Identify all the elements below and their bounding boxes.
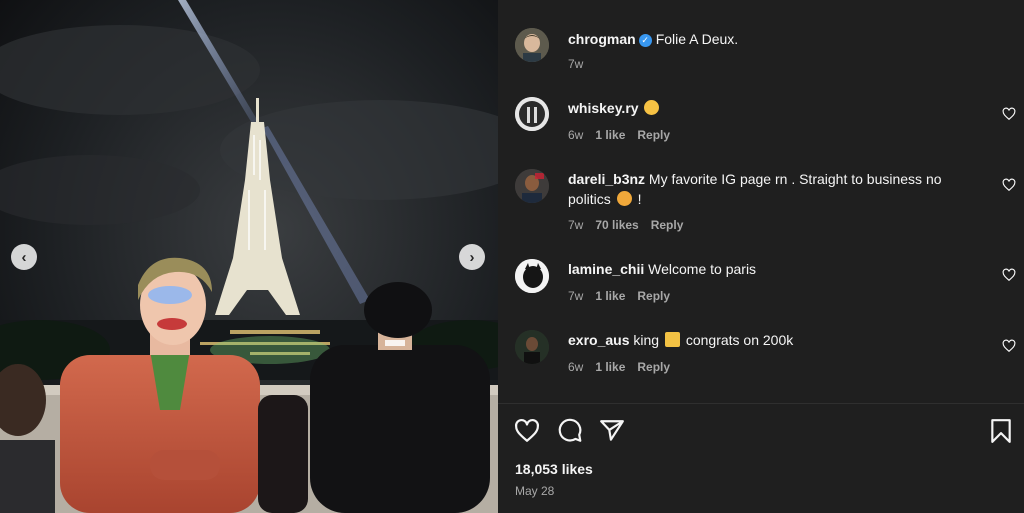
post-photo[interactable]: ‹ › bbox=[0, 0, 498, 513]
previous-photo-button[interactable]: ‹ bbox=[11, 244, 37, 270]
clapping-hands-icon bbox=[644, 100, 660, 115]
comment-likes[interactable]: 1 like bbox=[595, 360, 625, 374]
comment-likes[interactable]: 1 like bbox=[595, 128, 625, 142]
comment-username[interactable]: exro_aus bbox=[568, 332, 629, 348]
comment-text-part: congrats on 200k bbox=[685, 332, 794, 348]
comment-time[interactable]: 7w bbox=[568, 218, 583, 232]
comment-text-line: lamine_chii Welcome to paris bbox=[568, 259, 756, 279]
crown-icon bbox=[664, 332, 680, 347]
comment-avatar-exro[interactable] bbox=[515, 330, 549, 364]
comment-username[interactable]: dareli_b3nz bbox=[568, 171, 645, 187]
caption: chrogman ✓ Folie A Deux. bbox=[568, 29, 738, 49]
next-photo-button[interactable]: › bbox=[459, 244, 485, 270]
comment-time[interactable]: 6w bbox=[568, 128, 583, 142]
chevron-left-icon: ‹ bbox=[21, 248, 27, 266]
verified-badge-icon: ✓ bbox=[638, 33, 652, 47]
comment-icon[interactable] bbox=[557, 418, 583, 444]
comment-text-line: exro_aus king congrats on 200k bbox=[568, 330, 793, 350]
comment-username[interactable]: lamine_chii bbox=[568, 261, 644, 277]
comment-avatar-dareli[interactable] bbox=[515, 169, 549, 203]
reply-button[interactable]: Reply bbox=[637, 360, 670, 374]
comment-meta: 6w 1 like Reply bbox=[568, 360, 670, 374]
face-emoji-icon bbox=[616, 191, 632, 206]
comment-like-heart-icon[interactable] bbox=[1002, 107, 1016, 121]
avatar-image bbox=[515, 97, 549, 131]
comment-like-heart-icon[interactable] bbox=[1002, 178, 1016, 192]
comment-avatar-whiskey[interactable] bbox=[515, 97, 549, 131]
caption-time[interactable]: 7w bbox=[568, 57, 583, 71]
author-avatar-image bbox=[515, 28, 549, 62]
caption-text: Folie A Deux. bbox=[655, 31, 739, 47]
post-modal: ‹ › chrogman ✓ Folie A Deux. 7w whiskey.… bbox=[0, 0, 1024, 513]
author-avatar[interactable] bbox=[515, 28, 549, 62]
comment-likes[interactable]: 1 like bbox=[595, 289, 625, 303]
comment-text-line: whiskey.ry bbox=[568, 98, 661, 118]
avatar-image bbox=[515, 330, 549, 364]
comments-divider bbox=[498, 403, 1024, 404]
post-side-panel: chrogman ✓ Folie A Deux. 7w whiskey.ry 6w … bbox=[498, 0, 1024, 513]
comment-text-part: ! bbox=[637, 191, 642, 207]
comment-likes[interactable]: 70 likes bbox=[595, 218, 638, 232]
heart-icon[interactable] bbox=[514, 418, 540, 444]
comment-time[interactable]: 7w bbox=[568, 289, 583, 303]
bookmark-icon[interactable] bbox=[988, 418, 1014, 444]
comment-like-heart-icon[interactable] bbox=[1002, 268, 1016, 282]
comment-username[interactable]: whiskey.ry bbox=[568, 100, 639, 116]
comment-time[interactable]: 6w bbox=[568, 360, 583, 374]
likes-count[interactable]: 18,053 likes bbox=[515, 461, 593, 477]
send-icon[interactable] bbox=[599, 418, 625, 444]
comment-text: My favorite IG page rn . Straight to bus… bbox=[648, 171, 942, 187]
caption-meta: 7w bbox=[568, 57, 583, 71]
reply-button[interactable]: Reply bbox=[637, 128, 670, 142]
comment-like-heart-icon[interactable] bbox=[1002, 339, 1016, 353]
reply-button[interactable]: Reply bbox=[651, 218, 684, 232]
comment-text-line: dareli_b3nz My favorite IG page rn . Str… bbox=[568, 169, 942, 189]
post-date: May 28 bbox=[515, 484, 555, 498]
photo-scene bbox=[0, 0, 498, 513]
comment-text: Welcome to paris bbox=[648, 261, 757, 277]
author-username[interactable]: chrogman bbox=[568, 31, 636, 47]
comment-text-part: politics bbox=[568, 191, 611, 207]
comment-text-line-2: politics ! bbox=[568, 189, 641, 209]
reply-button[interactable]: Reply bbox=[637, 289, 670, 303]
comment-meta: 6w 1 like Reply bbox=[568, 128, 670, 142]
comment-meta: 7w 1 like Reply bbox=[568, 289, 670, 303]
comment-avatar-lamine[interactable] bbox=[515, 259, 549, 293]
avatar-image bbox=[515, 259, 549, 293]
avatar-image bbox=[515, 169, 549, 203]
comment-text-part: king bbox=[633, 332, 660, 348]
chevron-right-icon: › bbox=[469, 248, 475, 266]
comment-meta: 7w 70 likes Reply bbox=[568, 218, 683, 232]
